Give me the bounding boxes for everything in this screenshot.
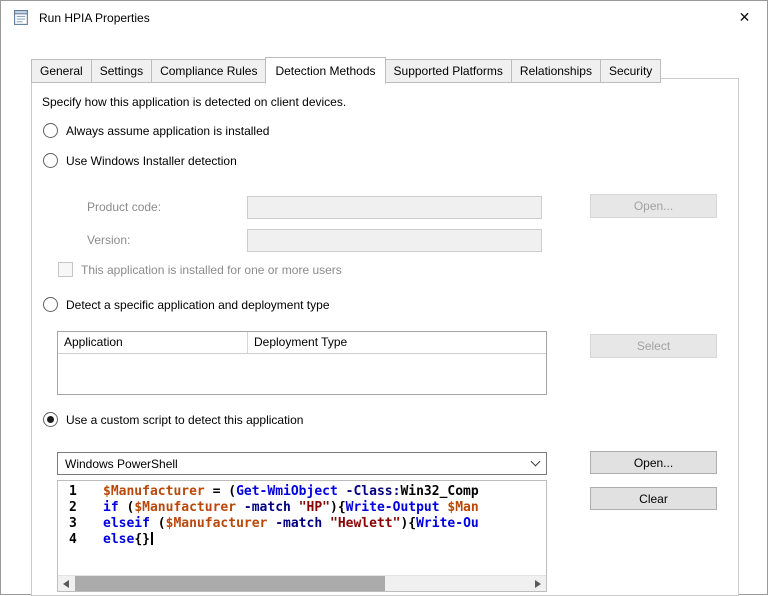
radio-windows-installer-label: Use Windows Installer detection — [66, 153, 237, 168]
script-editor[interactable]: 1 $Manufacturer = (Get-WmiObject -Class:W… — [57, 480, 547, 592]
tab-supported-platforms[interactable]: Supported Platforms — [384, 59, 512, 83]
tab-settings[interactable]: Settings — [90, 59, 153, 83]
column-header-deployment-type[interactable]: Deployment Type — [248, 332, 353, 353]
code-line: 4 else{} — [58, 532, 546, 548]
line-number: 1 — [69, 484, 77, 499]
scroll-thumb[interactable] — [75, 576, 385, 591]
script-language-selected: Windows PowerShell — [65, 456, 178, 471]
horizontal-scrollbar[interactable] — [58, 575, 546, 591]
tab-relationships[interactable]: Relationships — [510, 59, 601, 83]
product-code-input — [247, 196, 542, 219]
line-number: 4 — [69, 532, 77, 547]
installed-for-users-label: This application is installed for one or… — [81, 262, 342, 277]
text-cursor — [150, 532, 153, 545]
scroll-left-arrow-icon[interactable] — [58, 576, 74, 591]
product-code-label: Product code: — [87, 200, 162, 214]
properties-icon — [13, 9, 30, 26]
application-table-body[interactable] — [58, 354, 546, 394]
version-label: Version: — [87, 233, 131, 247]
window-title: Run HPIA Properties — [39, 11, 150, 25]
radio-circle[interactable] — [43, 123, 58, 138]
radio-circle[interactable] — [43, 412, 58, 427]
script-clear-button[interactable]: Clear — [590, 487, 717, 510]
line-number: 3 — [69, 516, 77, 531]
radio-windows-installer[interactable]: Use Windows Installer detection — [43, 153, 237, 168]
script-language-dropdown[interactable]: Windows PowerShell — [57, 452, 547, 475]
title-bar: Run HPIA Properties ✕ — [1, 1, 767, 34]
instruction-text: Specify how this application is detected… — [42, 95, 347, 109]
detection-methods-page: Specify how this application is detected… — [31, 78, 739, 596]
tab-compliance-rules[interactable]: Compliance Rules — [151, 59, 267, 83]
tab-strip: General Settings Compliance Rules Detection… — [31, 57, 662, 84]
tab-security[interactable]: Security — [599, 59, 662, 83]
radio-specific-application[interactable]: Detect a specific application and deploy… — [43, 297, 330, 312]
script-open-button[interactable]: Open... — [590, 451, 717, 474]
line-number: 2 — [69, 500, 77, 515]
code-line: 2 if ($Manufacturer -match "HP"){Write-Ou… — [58, 500, 546, 516]
radio-custom-script[interactable]: Use a custom script to detect this appli… — [43, 412, 303, 427]
close-icon[interactable]: ✕ — [722, 1, 767, 33]
radio-circle[interactable] — [43, 153, 58, 168]
tab-general[interactable]: General — [31, 59, 92, 83]
script-code[interactable]: 1 $Manufacturer = (Get-WmiObject -Class:W… — [58, 484, 546, 575]
application-table-header: Application Deployment Type — [58, 332, 546, 354]
code-line: 1 $Manufacturer = (Get-WmiObject -Class:W… — [58, 484, 546, 500]
msi-open-button: Open... — [590, 194, 717, 218]
code-line: 3 elseif ($Manufacturer -match "Hewlett")… — [58, 516, 546, 532]
application-table: Application Deployment Type — [57, 331, 547, 395]
radio-always-assume-label: Always assume application is installed — [66, 123, 270, 138]
chevron-down-icon[interactable] — [524, 453, 546, 474]
radio-custom-script-label: Use a custom script to detect this appli… — [66, 412, 304, 427]
checkbox-box — [58, 262, 73, 277]
installed-for-users-checkbox: This application is installed for one or… — [58, 262, 342, 277]
radio-specific-application-label: Detect a specific application and deploy… — [66, 297, 330, 312]
scroll-right-arrow-icon[interactable] — [530, 576, 546, 591]
radio-always-assume[interactable]: Always assume application is installed — [43, 123, 269, 138]
properties-dialog: Run HPIA Properties ✕ General Settings Com… — [0, 0, 768, 596]
column-header-application[interactable]: Application — [58, 332, 248, 353]
select-button: Select — [590, 334, 717, 358]
version-input — [247, 229, 542, 252]
tab-detection-methods[interactable]: Detection Methods — [265, 57, 386, 84]
radio-circle[interactable] — [43, 297, 58, 312]
